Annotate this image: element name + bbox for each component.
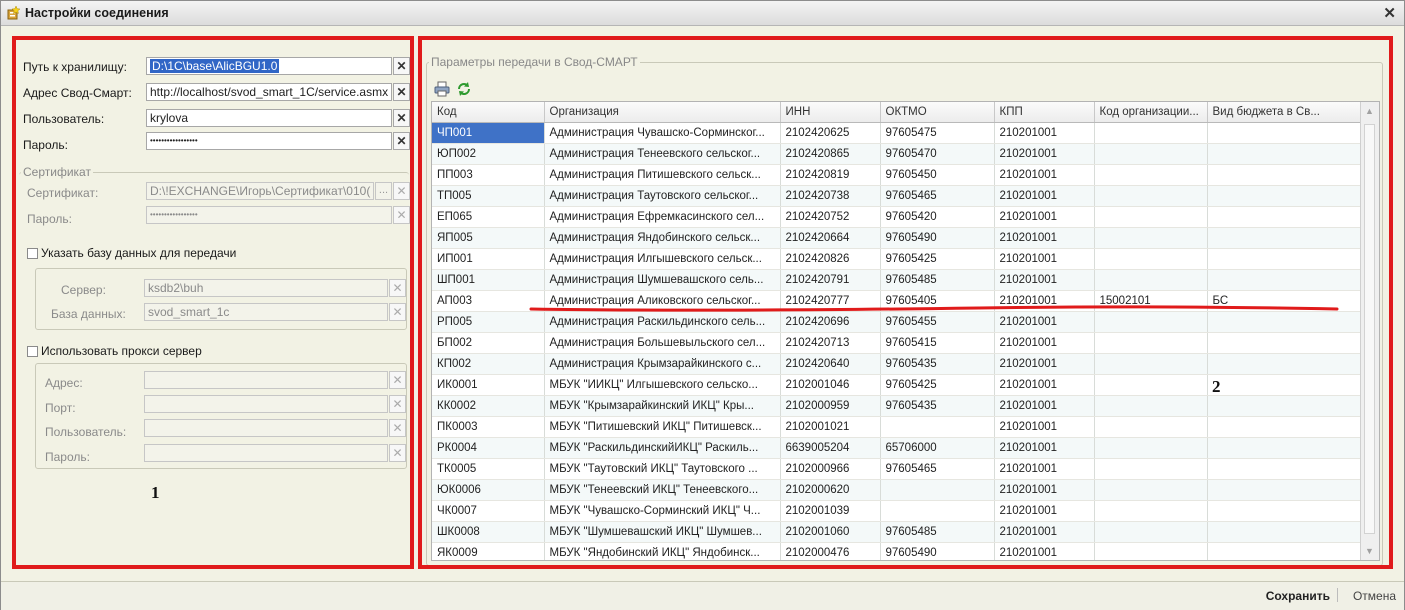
title-bar: Настройки соединения ✕ <box>1 1 1404 26</box>
connection-settings-window: Настройки соединения ✕ Путь к хранилищу:… <box>0 0 1405 610</box>
save-button[interactable]: Сохранить <box>1266 589 1330 603</box>
close-icon[interactable]: ✕ <box>1383 4 1396 22</box>
annotation-box-2 <box>418 36 1393 569</box>
button-separator <box>1337 588 1338 602</box>
settings-window-icon <box>7 6 21 20</box>
bottom-bar: Сохранить Отмена <box>1 581 1404 610</box>
annotation-box-1 <box>12 36 414 569</box>
window-title: Настройки соединения <box>25 6 169 20</box>
cancel-button[interactable]: Отмена <box>1353 589 1396 603</box>
